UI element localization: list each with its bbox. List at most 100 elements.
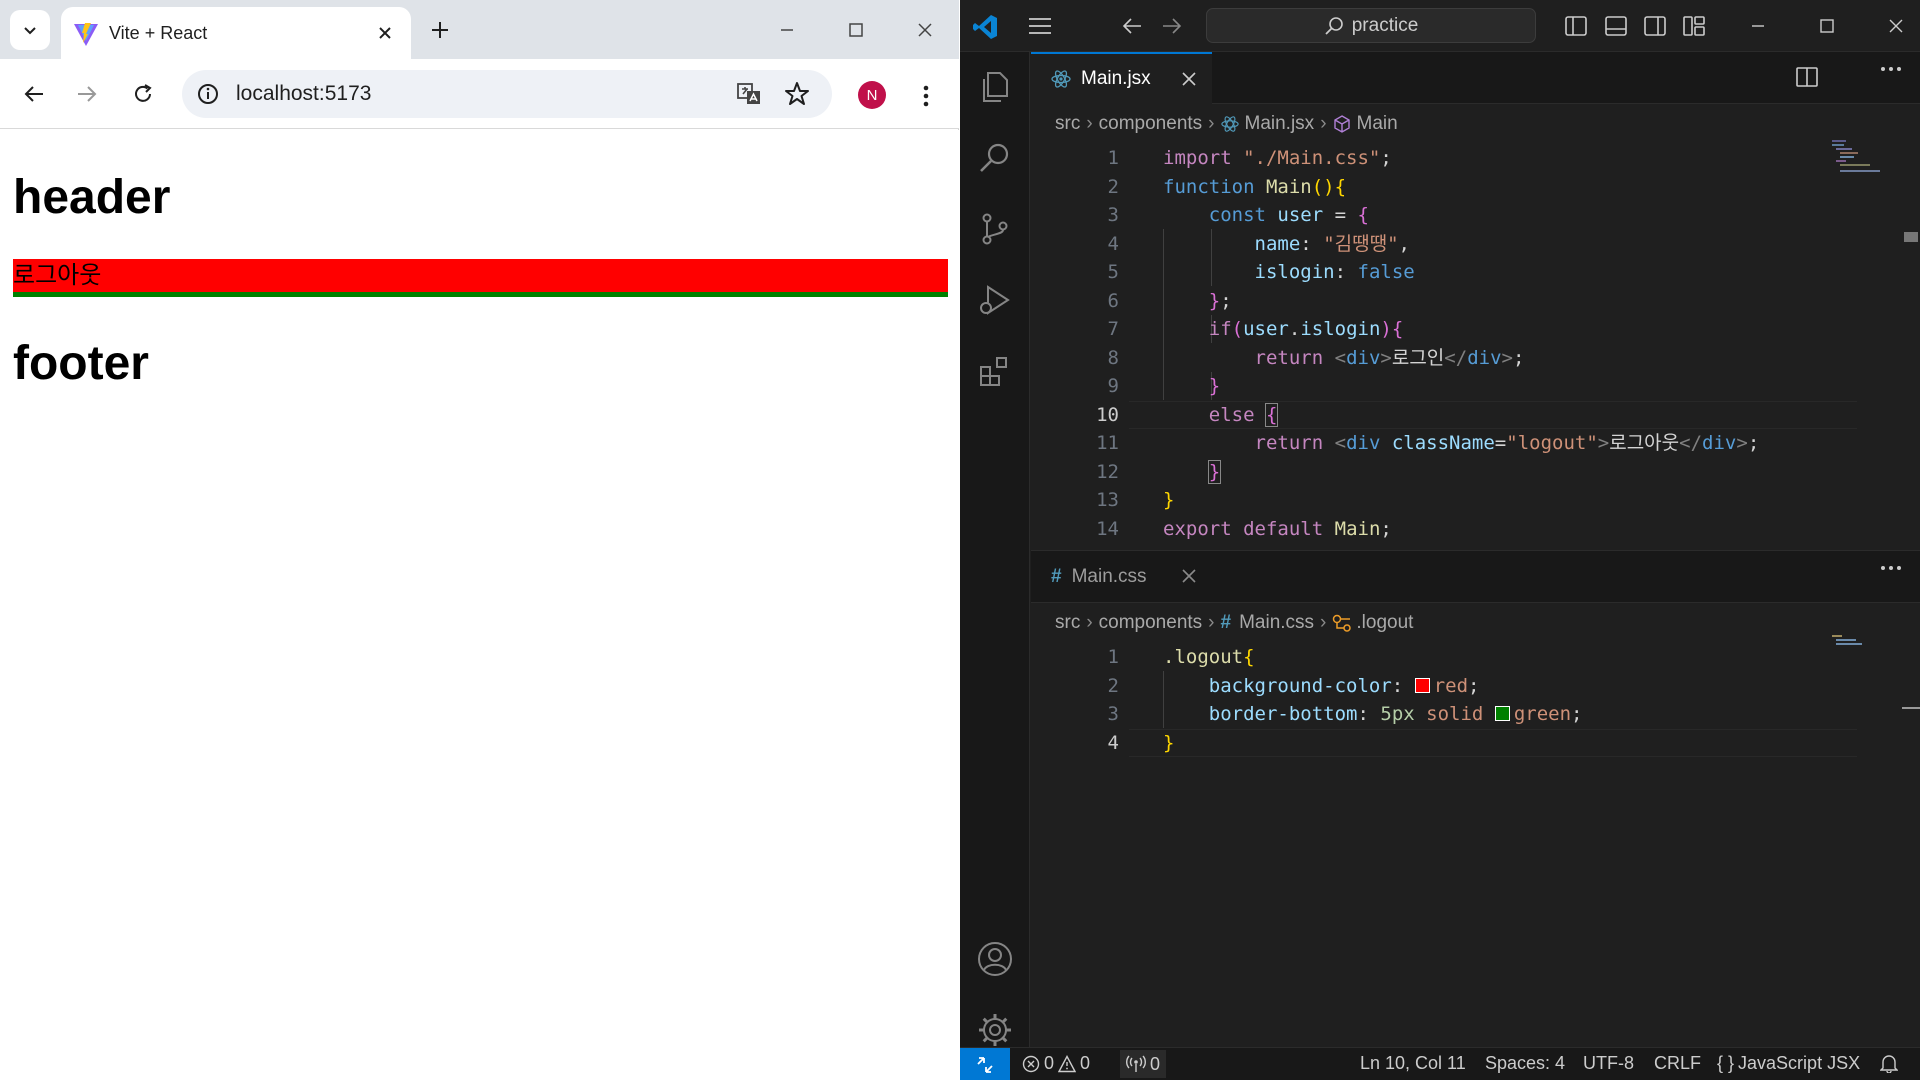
remote-indicator-button[interactable] <box>960 1048 1010 1080</box>
breadcrumb-item[interactable]: components <box>1099 113 1203 135</box>
app-menu-button[interactable] <box>1028 14 1052 38</box>
minimize-button[interactable] <box>771 14 803 46</box>
remote-icon <box>977 1056 993 1073</box>
page-viewport: header 로그아웃 footer <box>0 130 959 1080</box>
encoding-status[interactable]: UTF-8 <box>1583 1053 1634 1074</box>
close-tab-button[interactable] <box>373 21 397 45</box>
breadcrumb-item[interactable]: .logout <box>1356 612 1413 634</box>
code-line-current: 4} <box>1031 728 1920 757</box>
browser-menu-button[interactable] <box>912 79 940 113</box>
forward-button[interactable] <box>70 77 104 111</box>
minimap[interactable] <box>1830 633 1890 673</box>
problems-status[interactable]: 0 0 <box>1022 1053 1090 1074</box>
ports-status[interactable]: 0 <box>1120 1050 1167 1078</box>
maximize-button[interactable] <box>840 14 872 46</box>
manage-button[interactable] <box>976 1011 1014 1049</box>
search-icon <box>1325 16 1343 35</box>
cursor-position-status[interactable]: Ln 10, Col 11 <box>1360 1053 1466 1074</box>
explorer-button[interactable] <box>976 68 1014 106</box>
breadcrumb-item[interactable]: Main.jsx <box>1245 113 1315 135</box>
vscode-close-button[interactable] <box>1884 14 1908 38</box>
color-swatch-red[interactable] <box>1414 677 1430 693</box>
tab-main-jsx-label: Main.jsx <box>1081 68 1151 89</box>
source-control-icon <box>982 213 1008 245</box>
translate-icon[interactable] <box>736 81 762 107</box>
code-line-current: 10 else { <box>1031 400 1920 429</box>
vscode-window: practice Main.jsx src › components › Mai… <box>960 0 1920 1080</box>
indentation-status[interactable]: Spaces: 4 <box>1485 1053 1565 1074</box>
command-center-search[interactable]: practice <box>1206 8 1536 43</box>
minimap[interactable] <box>1830 138 1890 178</box>
bookmark-star-icon[interactable] <box>784 81 810 107</box>
code-line: 5 islogin: false <box>1107 261 1415 283</box>
close-icon <box>379 27 391 39</box>
code-line: 3 const user = { <box>1107 204 1369 226</box>
breadcrumb-main-css: src › components › # Main.css › .logout <box>1055 612 1414 634</box>
error-icon <box>1022 1055 1040 1072</box>
notifications-button[interactable] <box>1880 1053 1898 1073</box>
new-tab-button[interactable] <box>426 16 454 44</box>
address-bar[interactable]: localhost:5173 <box>182 70 832 118</box>
eol-status[interactable]: CRLF <box>1654 1053 1701 1074</box>
back-button[interactable] <box>17 77 51 111</box>
url-text[interactable]: localhost:5173 <box>236 82 371 106</box>
browser-tab-title: Vite + React <box>109 23 208 43</box>
tab-search-button[interactable] <box>10 10 50 50</box>
react-icon <box>1220 116 1239 132</box>
go-forward-button[interactable] <box>1160 14 1184 38</box>
breadcrumb-item[interactable]: components <box>1099 612 1203 634</box>
code-line: 11 return <div className="logout">로그아웃</… <box>1096 432 1760 454</box>
arrow-right-icon <box>1163 18 1182 34</box>
vscode-minimize-button[interactable] <box>1746 14 1770 38</box>
editor-tab-strip: # Main.css <box>1031 551 1920 603</box>
close-icon <box>1889 19 1903 33</box>
profile-avatar[interactable]: N <box>858 81 886 109</box>
breadcrumb-item[interactable]: Main <box>1357 113 1398 135</box>
breadcrumb-item[interactable]: src <box>1055 113 1080 135</box>
run-debug-button[interactable] <box>976 281 1014 319</box>
more-actions-icon[interactable] <box>1880 66 1902 72</box>
code-line: 3 border-bottom: 5px solid green; <box>1107 703 1583 725</box>
language-mode-status[interactable]: { } JavaScript JSX <box>1717 1053 1860 1074</box>
toggle-primary-sidebar-button[interactable] <box>1564 14 1588 38</box>
breadcrumb-item[interactable]: src <box>1055 612 1080 634</box>
toggle-secondary-sidebar-button[interactable] <box>1643 14 1667 38</box>
source-control-button[interactable] <box>976 210 1014 248</box>
page-header-heading: header <box>13 171 171 224</box>
arrow-left-icon <box>1122 18 1141 34</box>
close-icon[interactable] <box>1180 567 1198 585</box>
breadcrumb-main-jsx: src › components › Main.jsx › Main <box>1055 113 1398 135</box>
symbol-selector-icon <box>1333 614 1352 632</box>
minimize-icon <box>781 29 793 31</box>
reload-button[interactable] <box>126 77 160 111</box>
extensions-button[interactable] <box>976 352 1014 390</box>
search-icon <box>980 143 1009 172</box>
go-back-button[interactable] <box>1120 14 1144 38</box>
search-button[interactable] <box>976 139 1014 177</box>
toggle-panel-button[interactable] <box>1604 14 1628 38</box>
split-editor-icon[interactable] <box>1796 67 1818 87</box>
customize-layout-button[interactable] <box>1682 14 1706 38</box>
close-icon[interactable] <box>1180 70 1198 88</box>
code-line: 14 export default Main; <box>1096 517 1392 540</box>
warning-count: 0 <box>1080 1053 1091 1073</box>
vscode-title-bar: practice <box>960 0 1920 52</box>
color-swatch-green[interactable] <box>1494 706 1510 721</box>
vscode-maximize-button[interactable] <box>1815 14 1839 38</box>
browser-tab-active[interactable]: Vite + React <box>61 7 411 59</box>
breadcrumb-item[interactable]: Main.css <box>1239 612 1314 634</box>
run-debug-icon <box>980 285 1010 315</box>
editor-tab-strip: Main.jsx <box>1031 52 1920 104</box>
tab-main-css[interactable]: # Main.css <box>1031 551 1212 603</box>
code-line: 13} <box>1096 489 1175 511</box>
site-info-icon[interactable] <box>196 82 220 106</box>
accounts-button[interactable] <box>976 940 1014 978</box>
ports-count: 0 <box>1150 1053 1161 1074</box>
language-mode-label: JavaScript JSX <box>1738 1053 1861 1073</box>
close-window-button[interactable] <box>909 14 941 46</box>
browser-window: Vite + React localhost:5173 N header 로그아… <box>0 0 959 1080</box>
more-actions-icon[interactable] <box>1880 565 1902 571</box>
tab-main-jsx[interactable]: Main.jsx <box>1031 52 1212 104</box>
code-line: 9 } <box>1107 375 1221 397</box>
arrow-left-icon <box>24 86 43 102</box>
